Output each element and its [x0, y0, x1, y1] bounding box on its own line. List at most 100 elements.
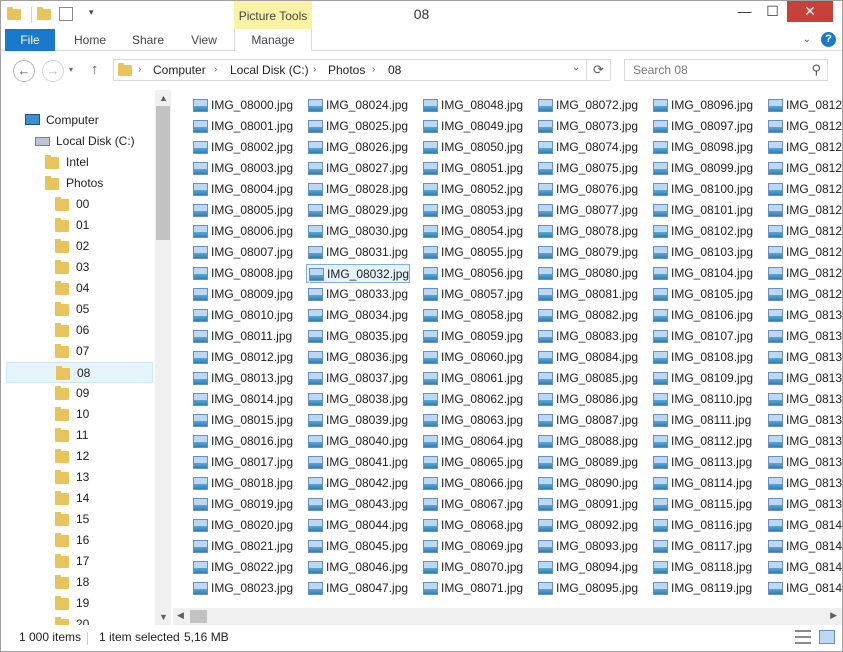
file-item[interactable]: IMG_08027.jpg: [306, 159, 410, 178]
file-item[interactable]: IMG_08006.jpg: [191, 222, 295, 241]
file-item[interactable]: IMG_08020.jpg: [191, 516, 295, 535]
file-item[interactable]: IMG_08120.jpg: [766, 96, 842, 115]
file-item[interactable]: IMG_08078.jpg: [536, 222, 640, 241]
tree-item-folder-19[interactable]: 19: [53, 593, 153, 614]
file-item[interactable]: IMG_08059.jpg: [421, 327, 525, 346]
file-item[interactable]: IMG_08015.jpg: [191, 411, 295, 430]
file-item[interactable]: IMG_08084.jpg: [536, 348, 640, 367]
up-button[interactable]: ↑: [91, 61, 99, 78]
breadcrumb-separator[interactable]: ›: [313, 64, 316, 75]
scroll-thumb[interactable]: [190, 610, 207, 623]
file-item[interactable]: IMG_08049.jpg: [421, 117, 525, 136]
file-item[interactable]: IMG_08083.jpg: [536, 327, 640, 346]
file-item[interactable]: IMG_08129.jpg: [766, 285, 842, 304]
file-item[interactable]: IMG_08089.jpg: [536, 453, 640, 472]
file-item[interactable]: IMG_08064.jpg: [421, 432, 525, 451]
file-item[interactable]: IMG_08063.jpg: [421, 411, 525, 430]
file-item[interactable]: IMG_08101.jpg: [651, 201, 755, 220]
file-item[interactable]: IMG_08126.jpg: [766, 222, 842, 241]
file-item[interactable]: IMG_08025.jpg: [306, 117, 410, 136]
breadcrumb-separator[interactable]: ›: [214, 64, 217, 75]
file-item[interactable]: IMG_08118.jpg: [651, 558, 755, 577]
tab-share[interactable]: Share: [122, 29, 174, 51]
file-item[interactable]: IMG_08130.jpg: [766, 306, 842, 325]
file-item[interactable]: IMG_08026.jpg: [306, 138, 410, 157]
tree-item-folder-10[interactable]: 10: [53, 404, 153, 425]
file-item[interactable]: IMG_08079.jpg: [536, 243, 640, 262]
navigation-pane-scrollbar[interactable]: ▲ ▼: [155, 90, 171, 625]
file-item[interactable]: IMG_08013.jpg: [191, 369, 295, 388]
file-item[interactable]: IMG_08066.jpg: [421, 474, 525, 493]
file-item[interactable]: IMG_08060.jpg: [421, 348, 525, 367]
file-item[interactable]: IMG_08133.jpg: [766, 369, 842, 388]
scroll-thumb[interactable]: [156, 106, 170, 240]
tree-item-folder-01[interactable]: 01: [53, 215, 153, 236]
tree-item-folder-06[interactable]: 06: [53, 320, 153, 341]
file-item[interactable]: IMG_08023.jpg: [191, 579, 295, 598]
breadcrumb-computer[interactable]: Computer: [153, 63, 206, 77]
file-item[interactable]: IMG_08069.jpg: [421, 537, 525, 556]
file-item[interactable]: IMG_08071.jpg: [421, 579, 525, 598]
file-item[interactable]: IMG_08080.jpg: [536, 264, 640, 283]
breadcrumb-separator[interactable]: ›: [138, 64, 141, 75]
back-button[interactable]: ←: [13, 60, 35, 82]
tree-item-folder-18[interactable]: 18: [53, 572, 153, 593]
file-item[interactable]: IMG_08061.jpg: [421, 369, 525, 388]
details-view-icon[interactable]: [795, 630, 811, 644]
file-item[interactable]: IMG_08042.jpg: [306, 474, 410, 493]
file-item[interactable]: IMG_08074.jpg: [536, 138, 640, 157]
file-item[interactable]: IMG_08090.jpg: [536, 474, 640, 493]
large-icons-view-icon[interactable]: [819, 630, 835, 644]
tree-item-folder-07[interactable]: 07: [53, 341, 153, 362]
file-item[interactable]: IMG_08111.jpg: [651, 411, 755, 430]
file-item[interactable]: IMG_08134.jpg: [766, 390, 842, 409]
file-item[interactable]: IMG_08058.jpg: [421, 306, 525, 325]
file-item[interactable]: IMG_08103.jpg: [651, 243, 755, 262]
file-item[interactable]: IMG_08039.jpg: [306, 411, 410, 430]
close-button[interactable]: ✕: [787, 1, 833, 22]
file-item[interactable]: IMG_08093.jpg: [536, 537, 640, 556]
file-item[interactable]: IMG_08140.jpg: [766, 516, 842, 535]
file-item[interactable]: IMG_08056.jpg: [421, 264, 525, 283]
tree-item-folder-11[interactable]: 11: [53, 425, 153, 446]
file-item[interactable]: IMG_08087.jpg: [536, 411, 640, 430]
tree-item-local-disk[interactable]: Local Disk (C:): [33, 131, 153, 152]
address-bar[interactable]: › Computer › Local Disk (C:) › Photos › …: [113, 59, 587, 81]
file-item[interactable]: IMG_08009.jpg: [191, 285, 295, 304]
file-item[interactable]: IMG_08012.jpg: [191, 348, 295, 367]
file-item[interactable]: IMG_08085.jpg: [536, 369, 640, 388]
search-input[interactable]: Search 08 ⚲: [624, 59, 828, 81]
file-item[interactable]: IMG_08036.jpg: [306, 348, 410, 367]
file-item[interactable]: IMG_08075.jpg: [536, 159, 640, 178]
file-item[interactable]: IMG_08031.jpg: [306, 243, 410, 262]
file-list[interactable]: IMG_08000.jpg IMG_08001.jpg IMG_08002.jpg I…: [173, 90, 842, 608]
file-item[interactable]: IMG_08001.jpg: [191, 117, 295, 136]
navigation-pane[interactable]: Computer Local Disk (C:) Intel Photos 00…: [1, 90, 171, 625]
file-item[interactable]: IMG_08057.jpg: [421, 285, 525, 304]
file-item[interactable]: IMG_08011.jpg: [191, 327, 295, 346]
help-icon[interactable]: ?: [821, 32, 836, 47]
file-item[interactable]: IMG_08096.jpg: [651, 96, 755, 115]
tree-item-folder-02[interactable]: 02: [53, 236, 153, 257]
ribbon-expand-icon[interactable]: ⌄: [799, 32, 815, 48]
file-item[interactable]: IMG_08014.jpg: [191, 390, 295, 409]
tab-manage[interactable]: Manage: [234, 29, 312, 51]
file-item[interactable]: IMG_08076.jpg: [536, 180, 640, 199]
file-item[interactable]: IMG_08050.jpg: [421, 138, 525, 157]
refresh-button[interactable]: ⟳: [587, 59, 611, 81]
recent-locations-icon[interactable]: ▾: [69, 65, 73, 74]
file-item[interactable]: IMG_08098.jpg: [651, 138, 755, 157]
file-item[interactable]: IMG_08048.jpg: [421, 96, 525, 115]
file-item[interactable]: IMG_08119.jpg: [651, 579, 755, 598]
scroll-left-icon[interactable]: ◀: [177, 610, 184, 621]
tab-home[interactable]: Home: [65, 29, 115, 51]
file-item[interactable]: IMG_08062.jpg: [421, 390, 525, 409]
tree-item-photos[interactable]: Photos: [43, 173, 153, 194]
breadcrumb-local-disk[interactable]: Local Disk (C:): [230, 63, 309, 77]
tree-item-folder-15[interactable]: 15: [53, 509, 153, 530]
tree-item-intel[interactable]: Intel: [43, 152, 153, 173]
file-item[interactable]: IMG_08102.jpg: [651, 222, 755, 241]
file-item[interactable]: IMG_08106.jpg: [651, 306, 755, 325]
tree-item-folder-14[interactable]: 14: [53, 488, 153, 509]
file-item[interactable]: IMG_08045.jpg: [306, 537, 410, 556]
